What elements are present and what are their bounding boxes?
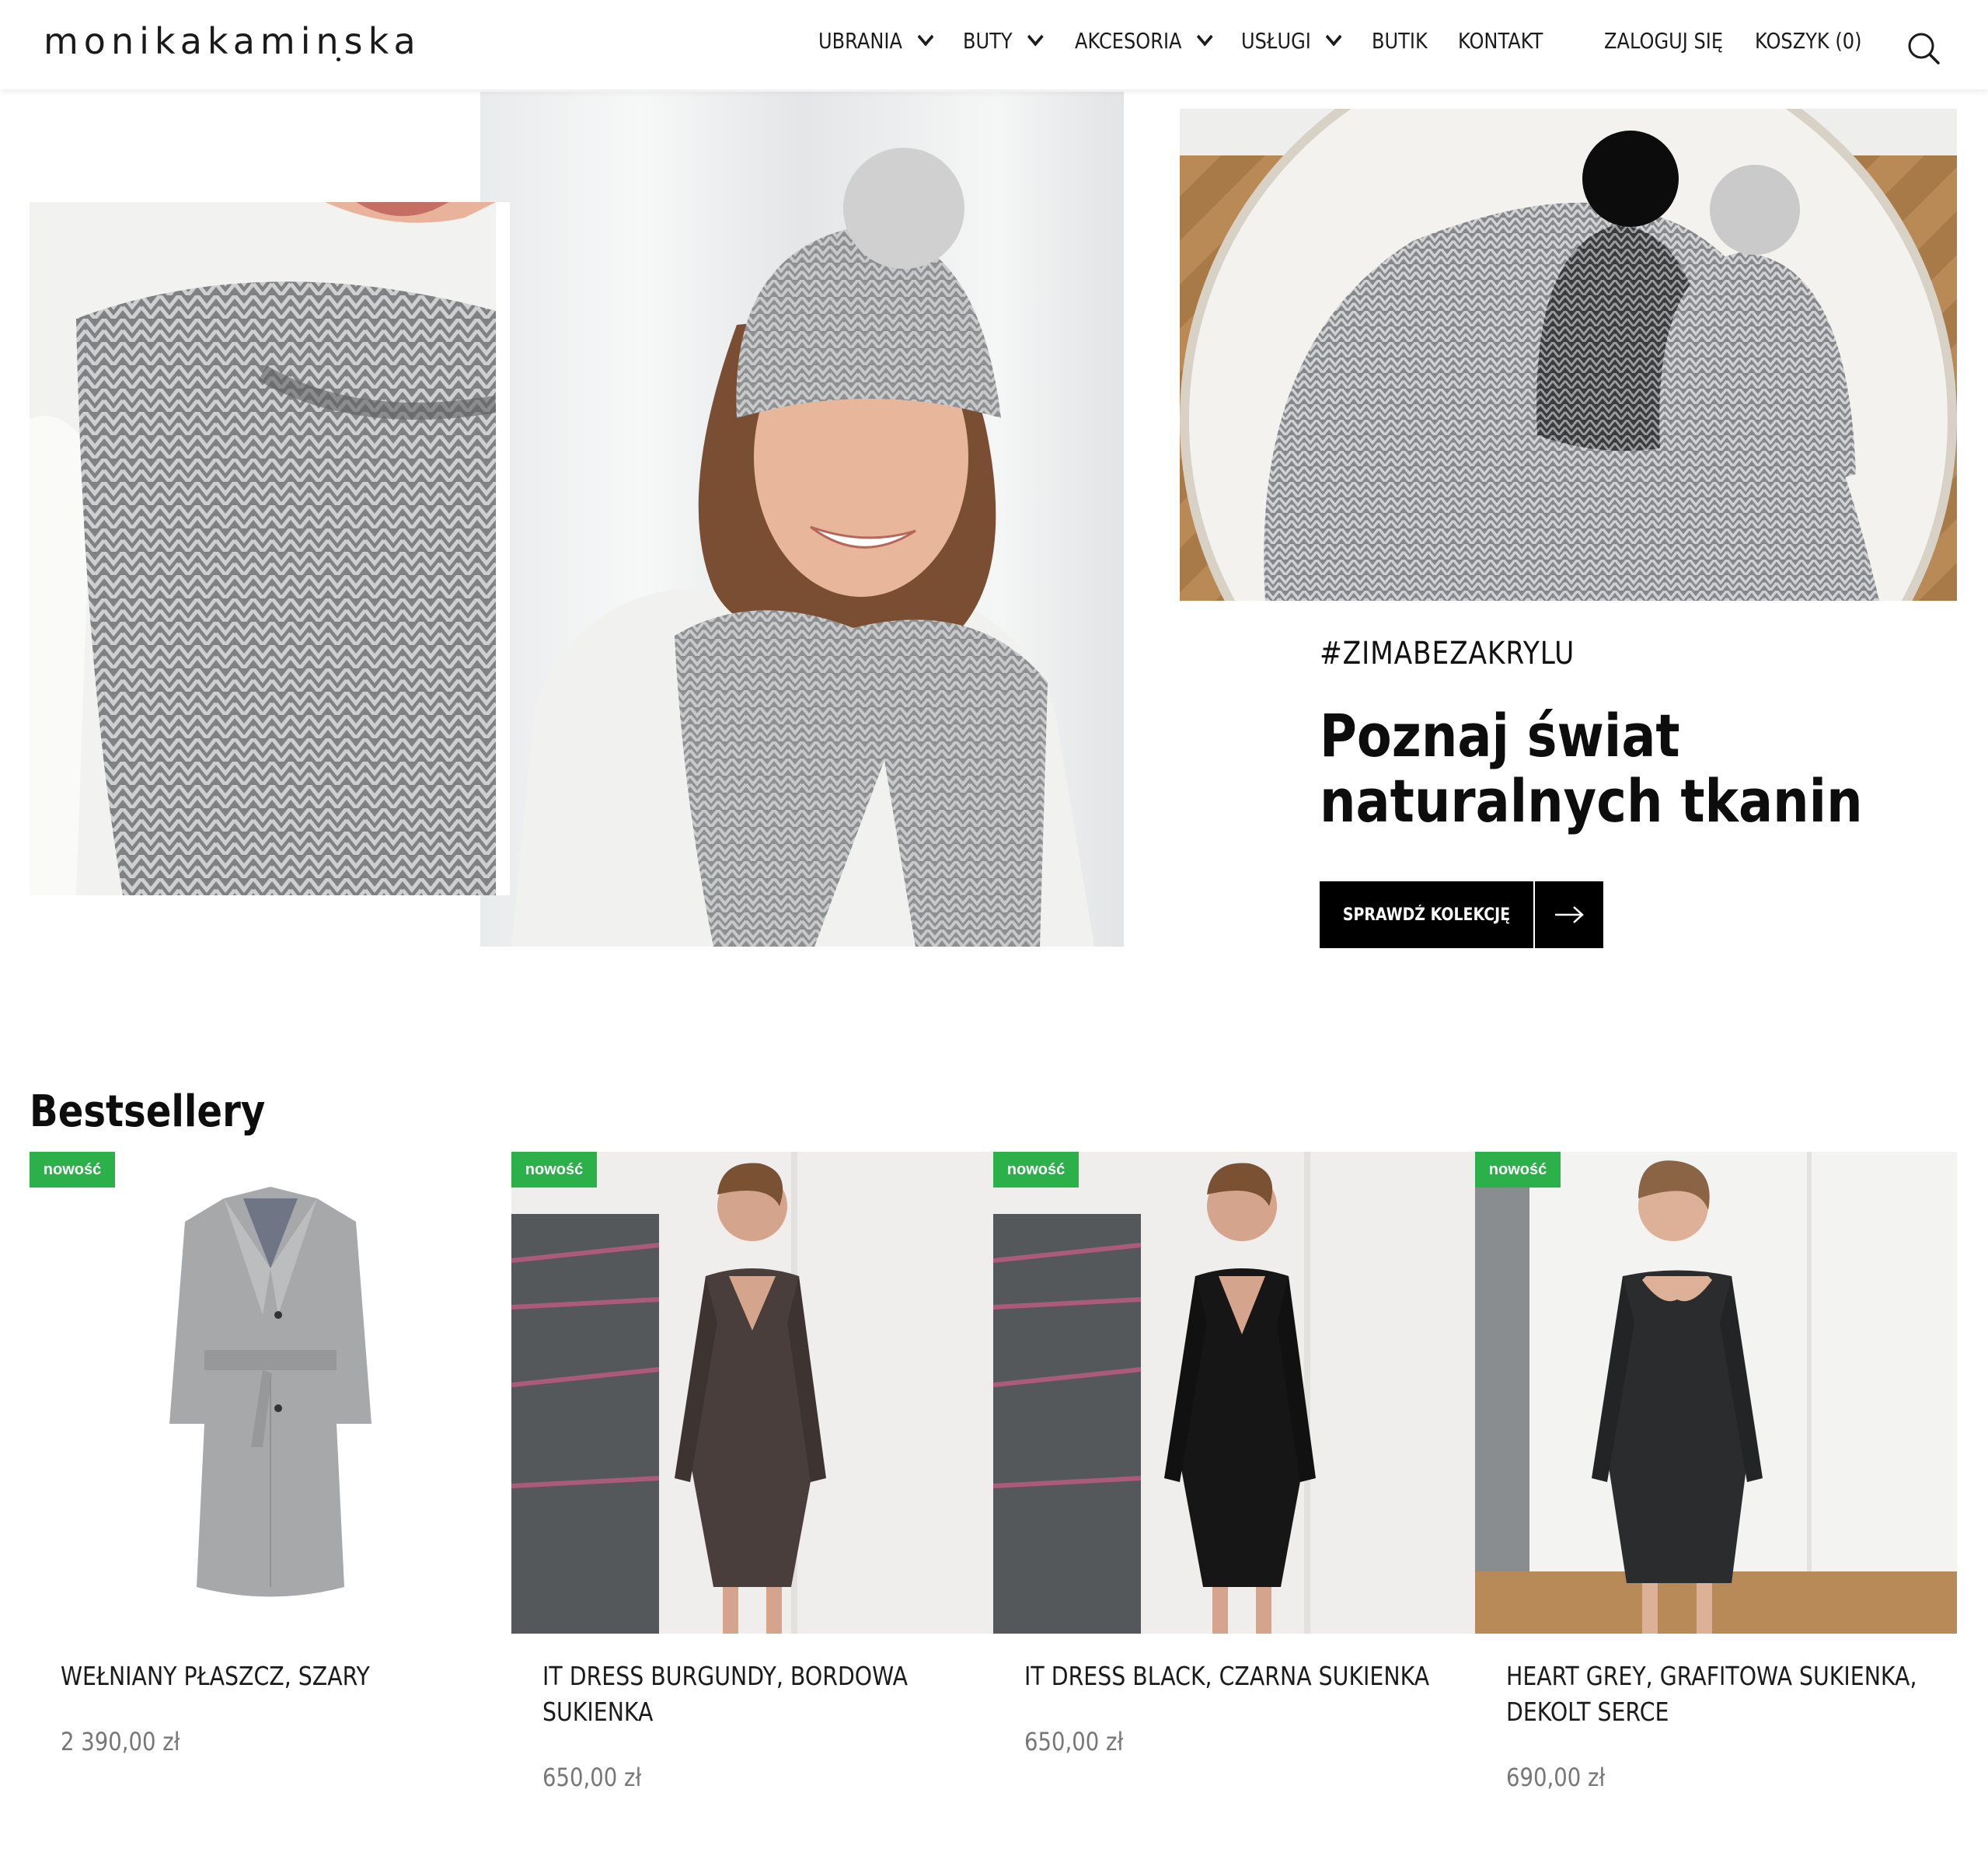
product-image-dress-burgundy[interactable]: nowość [511,1152,993,1634]
nav-item-label: AKCESORIA [1075,28,1182,54]
nav-item-label: BUTIK [1372,28,1428,54]
hero-hats-image [1180,109,1957,601]
cart-link[interactable]: KOSZYK (0) [1755,28,1861,54]
product-name-text: HEART GREY, GRAFITOWA SUKIENKA, DEKOLT S… [1506,1661,1917,1727]
login-link[interactable]: ZALOGUJ SIĘ [1604,28,1723,54]
product-price: 690,00 zł [1506,1763,1606,1792]
hero-headline-line2: naturalnych tkanin [1320,766,1863,835]
nav-item-kontakt[interactable]: KONTAKT [1458,28,1543,54]
chevron-down-icon [1326,27,1342,47]
nav-item-butik[interactable]: BUTIK [1372,28,1428,54]
hero-portrait-image [480,92,1124,947]
product-price: 650,00 zł [542,1763,642,1792]
nav-item-ubrania[interactable]: UBRANIA [818,27,933,54]
hero-scarf-closeup-image [30,202,510,895]
new-badge: nowość [511,1152,597,1188]
product-name[interactable]: WEŁNIANY PŁASZCZ, SZARY [61,1658,496,1694]
product-name-text: IT DRESS BURGUNDY, BORDOWA SUKIENKA [542,1661,909,1727]
nav-item-label: BUTY [963,28,1013,54]
hero-headline-line1: Poznaj świat [1320,701,1680,770]
chevron-down-icon [1027,27,1044,47]
product-name[interactable]: HEART GREY, GRAFITOWA SUKIENKA, DEKOLT S… [1506,1658,1941,1730]
product-name-text: WEŁNIANY PŁASZCZ, SZARY [61,1661,370,1691]
product-card[interactable]: nowość IT DRESS BLACK, CZARNA SUKIENKA 6… [993,1152,1475,1756]
product-name[interactable]: IT DRESS BURGUNDY, BORDOWA SUKIENKA [542,1658,978,1730]
product-price: 2 390,00 zł [61,1727,180,1756]
new-badge: nowość [1475,1152,1561,1188]
nav-item-akcesoria[interactable]: AKCESORIA [1075,27,1213,54]
cta-label: SPRAWDŹ KOLEKCJĘ [1342,905,1511,925]
brand-logo[interactable]: monikakaminska [44,20,421,62]
product-image-coat[interactable]: nowość [30,1152,511,1634]
shop-collection-button[interactable]: SPRAWDŹ KOLEKCJĘ [1320,881,1603,948]
nav-item-label: KONTAKT [1458,28,1543,54]
product-card[interactable]: nowość HEART GREY, GRAFITOWA SUKIENKA, D… [1475,1152,1957,1792]
logo-dot [337,58,340,61]
nav-item-uslugi[interactable]: USŁUGI [1241,27,1342,54]
nav-item-buty[interactable]: BUTY [963,27,1044,54]
product-price: 650,00 zł [1024,1727,1124,1756]
product-card[interactable]: nowość IT DRESS BURGUNDY, BORDOWA SUKIEN… [511,1152,993,1792]
product-card[interactable]: nowość WEŁNIANY PŁASZCZ, SZARY 2 390,00 … [30,1152,511,1756]
section-title-bestsellers: Bestsellery [30,1086,266,1137]
hero-hashtag: #ZIMABEZAKRYLU [1320,636,1575,671]
product-image-dress-heart-grey[interactable]: nowość [1475,1152,1957,1634]
arrow-right-icon [1535,905,1603,924]
product-name[interactable]: IT DRESS BLACK, CZARNA SUKIENKA [1024,1658,1460,1694]
product-name-text: IT DRESS BLACK, CZARNA SUKIENKA [1024,1661,1430,1691]
chevron-down-icon [917,27,933,47]
site-header: monikakaminska UBRANIA BUTY AKCESORIA US… [0,0,1988,89]
chevron-down-icon [1196,27,1213,47]
hero-headline: Poznaj świat naturalnych tkanin [1320,703,1921,834]
product-image-dress-black[interactable]: nowość [993,1152,1475,1634]
nav-item-label: USŁUGI [1241,28,1311,54]
new-badge: nowość [993,1152,1079,1188]
search-icon[interactable] [1906,31,1941,65]
nav-item-label: UBRANIA [818,28,902,54]
new-badge: nowość [30,1152,115,1188]
